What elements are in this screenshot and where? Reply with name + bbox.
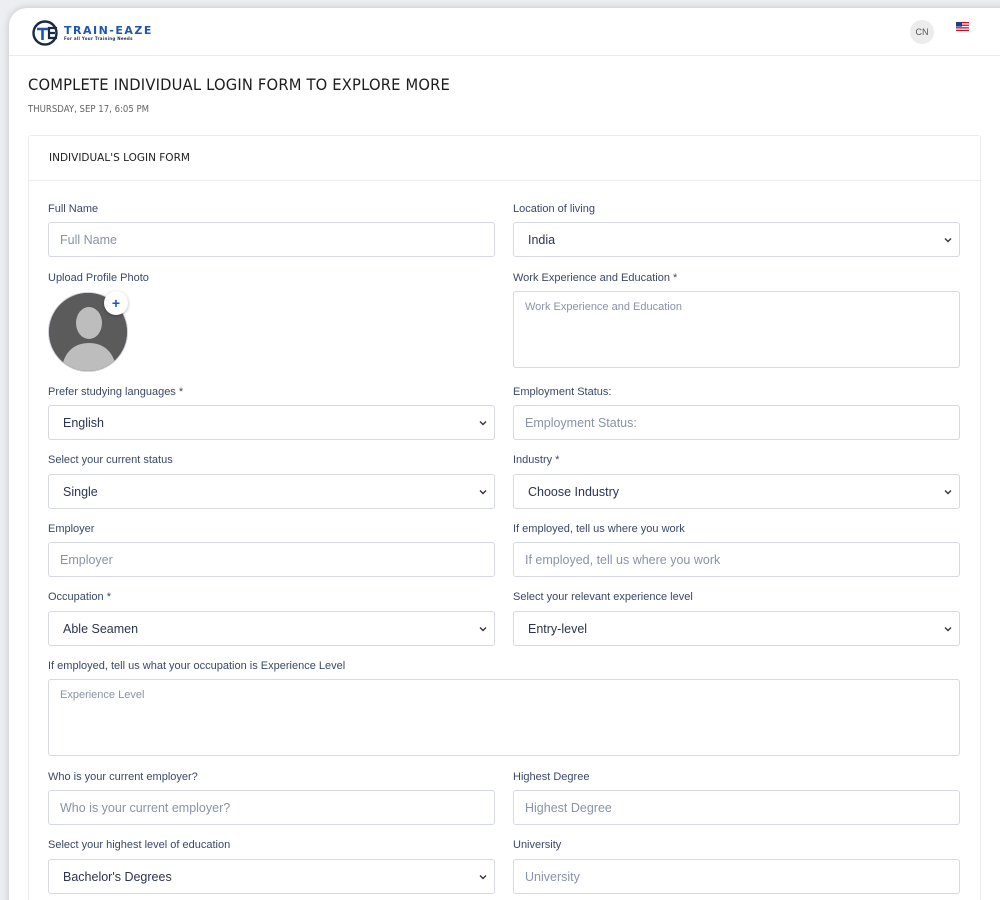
chevron-down-icon <box>479 626 487 631</box>
employment-status-input[interactable]: Employment Status: <box>513 405 960 440</box>
experience-level-value: Entry-level <box>528 621 588 636</box>
work-exp-label: Work Experience and Education * <box>513 272 678 284</box>
industry-value: Choose Industry <box>528 484 620 499</box>
education-level-value: Bachelor's Degrees <box>63 869 172 884</box>
current-status-label: Select your current status <box>48 454 173 466</box>
top-bar: TRAIN-EAZE For all Your Training Needs C… <box>9 8 1000 56</box>
university-input[interactable]: University <box>513 859 960 894</box>
university-label: University <box>513 839 562 851</box>
location-value: India <box>528 232 556 247</box>
full-name-label: Full Name <box>48 203 99 215</box>
chevron-down-icon <box>479 489 487 494</box>
highest-degree-label: Highest Degree <box>513 771 590 783</box>
industry-label: Industry * <box>513 454 560 466</box>
work-exp-textarea[interactable]: Work Experience and Education <box>513 291 960 368</box>
occupation-exp-label: If employed, tell us what your occupatio… <box>48 660 346 672</box>
university-placeholder: University <box>525 869 580 884</box>
current-employer-input[interactable]: Who is your current employer? <box>48 790 495 825</box>
employer-label: Employer <box>48 523 95 535</box>
full-name-input[interactable]: Full Name <box>48 222 495 257</box>
location-select[interactable]: India <box>513 222 960 257</box>
occupation-exp-textarea[interactable]: Experience Level <box>48 679 960 756</box>
page-date: THURSDAY, SEP 17, 6:05 PM <box>28 104 150 115</box>
education-level-select[interactable]: Bachelor's Degrees <box>48 859 495 894</box>
chevron-down-icon <box>944 489 952 494</box>
occupation-value: Able Seamen <box>63 621 139 636</box>
work-where-placeholder: If employed, tell us where you work <box>525 552 721 567</box>
location-label: Location of living <box>513 203 595 215</box>
app-window: TRAIN-EAZE For all Your Training Needs C… <box>9 8 1000 900</box>
language-badge[interactable]: CN <box>910 20 934 44</box>
employer-placeholder: Employer <box>60 552 113 567</box>
chevron-down-icon <box>944 626 952 631</box>
languages-label: Prefer studying languages * <box>48 386 184 398</box>
current-employer-placeholder: Who is your current employer? <box>60 800 231 815</box>
languages-select[interactable]: English <box>48 405 495 440</box>
occupation-label: Occupation * <box>48 591 111 603</box>
card-title: INDIVIDUAL'S LOGIN FORM <box>29 136 980 181</box>
add-photo-button[interactable]: + <box>104 291 128 315</box>
brand-logo[interactable]: TRAIN-EAZE For all Your Training Needs <box>32 20 153 46</box>
chevron-down-icon <box>944 237 952 242</box>
full-name-placeholder: Full Name <box>60 232 117 247</box>
occupation-select[interactable]: Able Seamen <box>48 611 495 646</box>
languages-value: English <box>63 415 104 430</box>
employer-input[interactable]: Employer <box>48 542 495 577</box>
logo-icon <box>32 20 58 46</box>
chevron-down-icon <box>479 874 487 879</box>
experience-level-select[interactable]: Entry-level <box>513 611 960 646</box>
employment-status-placeholder: Employment Status: <box>525 415 637 430</box>
work-where-input[interactable]: If employed, tell us where you work <box>513 542 960 577</box>
brand-tagline: For all Your Training Needs <box>64 36 133 41</box>
highest-degree-placeholder: Highest Degree <box>525 800 612 815</box>
education-level-label: Select your highest level of education <box>48 839 231 851</box>
current-employer-label: Who is your current employer? <box>48 771 198 783</box>
industry-select[interactable]: Choose Industry <box>513 474 960 509</box>
us-flag-icon[interactable] <box>956 22 969 31</box>
experience-level-label: Select your relevant experience level <box>513 591 693 603</box>
work-where-label: If employed, tell us where you work <box>513 523 685 535</box>
photo-label: Upload Profile Photo <box>48 272 149 284</box>
chevron-down-icon <box>479 420 487 425</box>
brand-name: TRAIN-EAZE <box>64 24 153 37</box>
highest-degree-input[interactable]: Highest Degree <box>513 790 960 825</box>
work-exp-placeholder: Work Experience and Education <box>525 301 682 313</box>
occupation-exp-placeholder: Experience Level <box>60 689 145 701</box>
current-status-value: Single <box>63 484 98 499</box>
page-title: COMPLETE INDIVIDUAL LOGIN FORM TO EXPLOR… <box>28 75 451 94</box>
current-status-select[interactable]: Single <box>48 474 495 509</box>
employment-status-label: Employment Status: <box>513 386 612 398</box>
